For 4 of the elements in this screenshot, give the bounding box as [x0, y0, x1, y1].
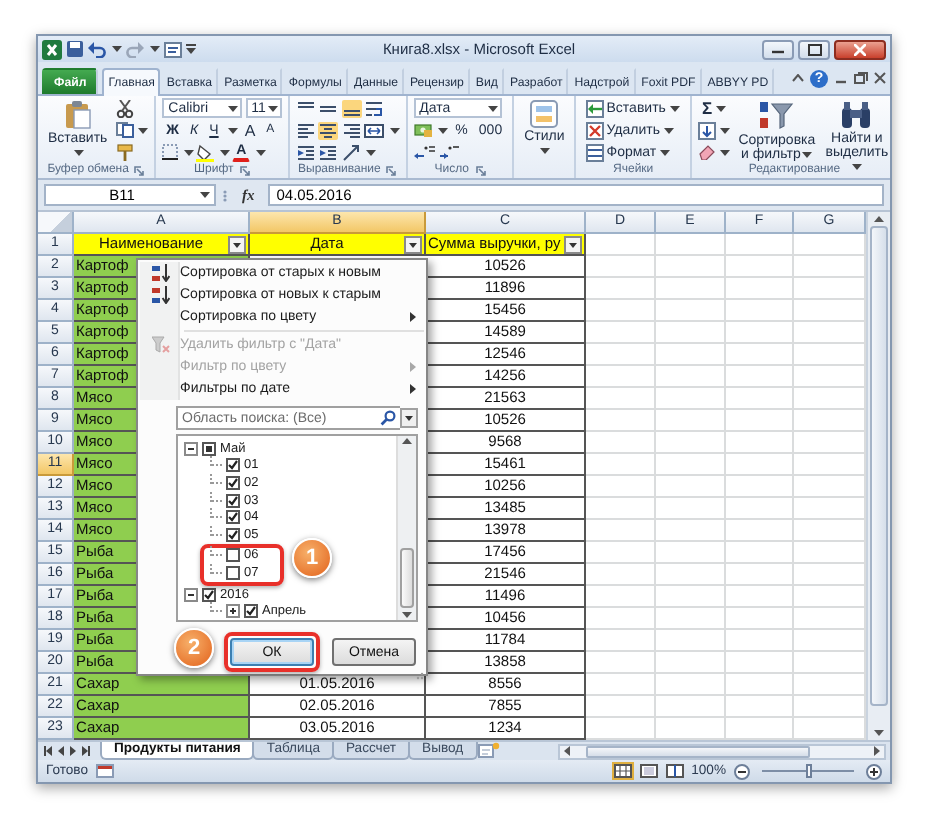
- callout-badge: 1: [292, 537, 332, 578]
- callout-badge: 2: [174, 628, 214, 668]
- grow-font-button[interactable]: A: [240, 120, 260, 140]
- autosum-button[interactable]: Σ: [697, 98, 731, 118]
